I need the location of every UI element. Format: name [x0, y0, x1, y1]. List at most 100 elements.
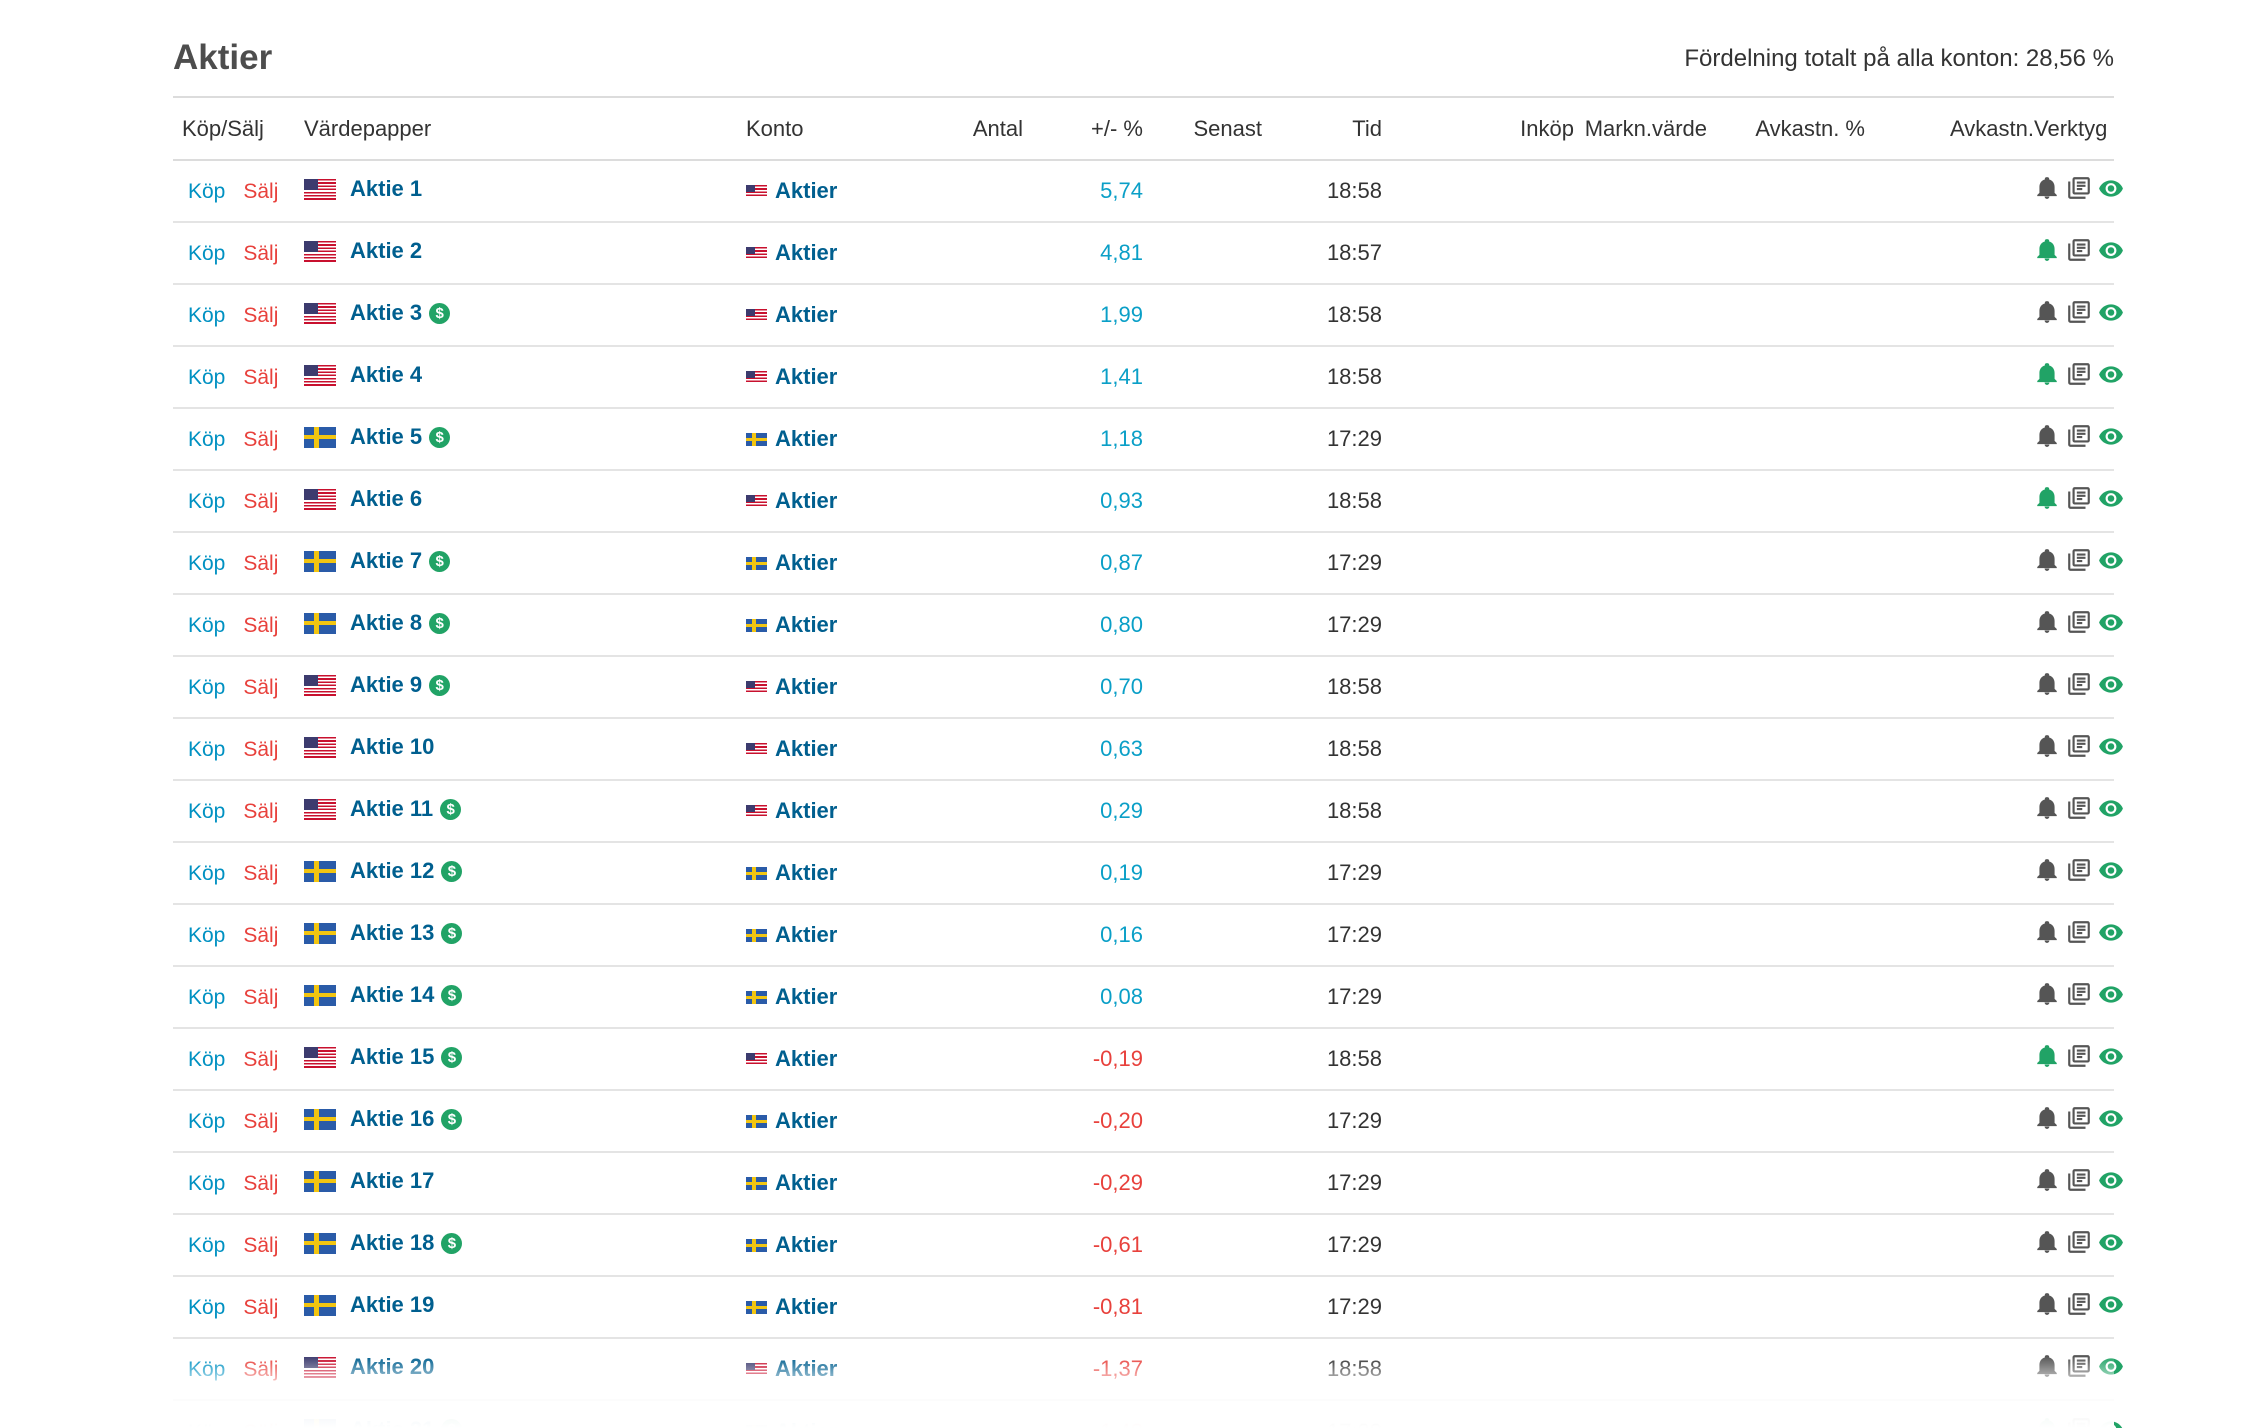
sell-link[interactable]: Sälj [243, 366, 278, 389]
buy-link[interactable]: Köp [188, 614, 225, 637]
news-icon[interactable] [2066, 1291, 2092, 1317]
account-link[interactable]: Aktier [775, 1419, 837, 1428]
account-link[interactable]: Aktier [775, 426, 837, 452]
security-name-link[interactable]: Aktie 1 [350, 176, 422, 202]
bell-icon[interactable] [2034, 795, 2060, 821]
account-link[interactable]: Aktier [775, 1294, 837, 1320]
eye-icon[interactable] [2098, 175, 2124, 201]
bell-icon[interactable] [2034, 919, 2060, 945]
bell-icon[interactable] [2034, 1291, 2060, 1317]
news-icon[interactable] [2066, 919, 2092, 945]
security-name-link[interactable]: Aktie 11 [350, 796, 433, 822]
sell-link[interactable]: Sälj [243, 428, 278, 451]
bell-icon[interactable] [2034, 857, 2060, 883]
sell-link[interactable]: Sälj [243, 614, 278, 637]
security-name-link[interactable]: Aktie 18 [350, 1230, 434, 1256]
buy-link[interactable]: Köp [188, 1172, 225, 1195]
security-name-link[interactable]: Aktie 4 [350, 362, 422, 388]
news-icon[interactable] [2066, 671, 2092, 697]
bell-icon[interactable] [2034, 1043, 2060, 1069]
account-link[interactable]: Aktier [775, 1170, 837, 1196]
sell-link[interactable]: Sälj [243, 242, 278, 265]
sell-link[interactable]: Sälj [243, 862, 278, 885]
sell-link[interactable]: Sälj [243, 676, 278, 699]
bell-icon[interactable] [2034, 1353, 2060, 1379]
buy-link[interactable]: Köp [188, 1234, 225, 1257]
buy-link[interactable]: Köp [188, 180, 225, 203]
news-icon[interactable] [2066, 175, 2092, 201]
col-header-security[interactable]: Värdepapper [304, 98, 746, 161]
buy-link[interactable]: Köp [188, 304, 225, 327]
account-link[interactable]: Aktier [775, 178, 837, 204]
eye-icon[interactable] [2098, 237, 2124, 263]
news-icon[interactable] [2066, 485, 2092, 511]
buy-link[interactable]: Köp [188, 366, 225, 389]
bell-icon[interactable] [2034, 299, 2060, 325]
news-icon[interactable] [2066, 1416, 2092, 1428]
bell-icon[interactable] [2034, 423, 2060, 449]
col-header-change[interactable]: +/- % [1023, 98, 1143, 161]
news-icon[interactable] [2066, 299, 2092, 325]
security-name-link[interactable]: Aktie 2 [350, 238, 422, 264]
sell-link[interactable]: Sälj [243, 986, 278, 1009]
eye-icon[interactable] [2098, 423, 2124, 449]
account-link[interactable]: Aktier [775, 1232, 837, 1258]
security-name-link[interactable]: Aktie 7 [350, 548, 422, 574]
account-link[interactable]: Aktier [775, 1108, 837, 1134]
news-icon[interactable] [2066, 1353, 2092, 1379]
buy-link[interactable]: Köp [188, 924, 225, 947]
security-name-link[interactable]: Aktie 5 [350, 424, 422, 450]
buy-link[interactable]: Köp [188, 800, 225, 823]
account-link[interactable]: Aktier [775, 984, 837, 1010]
account-link[interactable]: Aktier [775, 240, 837, 266]
buy-link[interactable]: Köp [188, 428, 225, 451]
sell-link[interactable]: Sälj [243, 490, 278, 513]
news-icon[interactable] [2066, 1167, 2092, 1193]
security-name-link[interactable]: Aktie 19 [350, 1292, 434, 1318]
bell-icon[interactable] [2034, 609, 2060, 635]
buy-link[interactable]: Köp [188, 1358, 225, 1381]
news-icon[interactable] [2066, 795, 2092, 821]
security-name-link[interactable]: Aktie 10 [350, 734, 434, 760]
bell-icon[interactable] [2034, 1105, 2060, 1131]
bell-icon[interactable] [2034, 671, 2060, 697]
account-link[interactable]: Aktier [775, 488, 837, 514]
sell-link[interactable]: Sälj [243, 1358, 278, 1381]
eye-icon[interactable] [2098, 1105, 2124, 1131]
account-link[interactable]: Aktier [775, 302, 837, 328]
sell-link[interactable]: Sälj [243, 800, 278, 823]
buy-link[interactable]: Köp [188, 738, 225, 761]
sell-link[interactable]: Sälj [243, 304, 278, 327]
account-link[interactable]: Aktier [775, 922, 837, 948]
eye-icon[interactable] [2098, 671, 2124, 697]
col-header-return-pct[interactable]: Avkastn. % [1707, 98, 1865, 161]
buy-link[interactable]: Köp [188, 862, 225, 885]
security-name-link[interactable]: Aktie 3 [350, 300, 422, 326]
eye-icon[interactable] [2098, 1353, 2124, 1379]
buy-link[interactable]: Köp [188, 1048, 225, 1071]
account-link[interactable]: Aktier [775, 1046, 837, 1072]
security-name-link[interactable]: Aktie 17 [350, 1168, 434, 1194]
bell-icon[interactable] [2034, 1229, 2060, 1255]
col-header-purchase[interactable]: Inköp [1382, 98, 1574, 161]
eye-icon[interactable] [2098, 1291, 2124, 1317]
security-name-link[interactable]: Aktie 8 [350, 610, 422, 636]
sell-link[interactable]: Sälj [243, 1296, 278, 1319]
buy-link[interactable]: Köp [188, 986, 225, 1009]
eye-icon[interactable] [2098, 1416, 2124, 1428]
bell-icon[interactable] [2034, 361, 2060, 387]
account-link[interactable]: Aktier [775, 612, 837, 638]
eye-icon[interactable] [2098, 485, 2124, 511]
col-header-latest[interactable]: Senast [1143, 98, 1262, 161]
account-link[interactable]: Aktier [775, 798, 837, 824]
security-name-link[interactable]: Aktie 21 [350, 1417, 434, 1428]
eye-icon[interactable] [2098, 1167, 2124, 1193]
bell-icon[interactable] [2034, 981, 2060, 1007]
security-name-link[interactable]: Aktie 9 [350, 672, 422, 698]
buy-link[interactable]: Köp [188, 490, 225, 513]
buy-link[interactable]: Köp [188, 1296, 225, 1319]
sell-link[interactable]: Sälj [243, 180, 278, 203]
news-icon[interactable] [2066, 1229, 2092, 1255]
account-link[interactable]: Aktier [775, 364, 837, 390]
news-icon[interactable] [2066, 361, 2092, 387]
